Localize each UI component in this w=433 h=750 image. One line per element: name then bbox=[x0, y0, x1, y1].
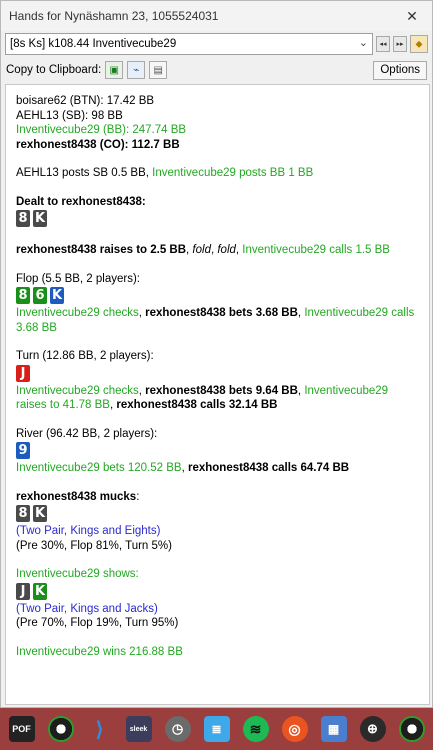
hand-select-value: [8s Ks] k108.44 Inventivecube29 bbox=[10, 38, 177, 50]
blind-sb: AEHL13 posts SB 0.5 BB, bbox=[16, 167, 153, 179]
river-actions: Inventivecube29 bets 120.52 BB, rexhones… bbox=[16, 461, 419, 476]
poker-chip-icon[interactable] bbox=[398, 716, 425, 742]
river-call: rexhonest8438 calls 64.74 BB bbox=[187, 462, 350, 474]
card: 8 bbox=[16, 287, 30, 304]
next-hand-icon[interactable]: ▸▸ bbox=[393, 36, 407, 52]
card: 6 bbox=[33, 287, 47, 304]
preflop-actions: rexhonest8438 raises to 2.5 BB, fold, fo… bbox=[16, 243, 419, 258]
river-bet: Inventivecube29 bets 120.52 BB bbox=[16, 462, 182, 474]
showdown-hero-action: mucks bbox=[96, 490, 137, 503]
hero-showdown-cards: 8 K bbox=[16, 505, 419, 523]
pokertracker-icon[interactable]: POF bbox=[8, 716, 35, 742]
seat-sb: AEHL13 (SB): 98 BB bbox=[16, 109, 123, 122]
clock-icon[interactable]: ◷ bbox=[164, 716, 191, 742]
turn-check: Inventivecube29 checks bbox=[16, 384, 139, 397]
hero-hand-description: (Two Pair, Kings and Eights) bbox=[16, 525, 161, 537]
seat-co: rexhonest8438 (CO): 112.7 BB bbox=[16, 138, 180, 151]
notepad-icon[interactable]: ≣ bbox=[203, 716, 230, 742]
flop-header: Flop (5.5 BB, 2 players): bbox=[16, 272, 140, 285]
ubuntu-icon[interactable]: ◎ bbox=[281, 716, 308, 742]
turn-actions: Inventivecube29 checks, rexhonest8438 be… bbox=[16, 384, 419, 413]
river-header: River (96.42 BB, 2 players): bbox=[16, 427, 158, 440]
title-bar: Hands for Nynäshamn 23, 1055524031 ✕ bbox=[1, 1, 432, 31]
turn-call: rexhonest8438 calls 32.14 BB bbox=[116, 399, 278, 411]
dealt-label: Dealt to rexhonest8438: bbox=[16, 195, 146, 208]
villain-equity: (Pre 70%, Flop 19%, Turn 95%) bbox=[16, 617, 179, 629]
taskbar: POF ⟩ sleek ◷ ≣ ≋ ◎ ▦ ⊕ bbox=[0, 708, 433, 750]
seat-bb: Inventivecube29 (BB): 247.74 BB bbox=[16, 124, 187, 136]
villain-hand-description: (Two Pair, Kings and Jacks) bbox=[16, 602, 158, 615]
card: J bbox=[16, 582, 30, 600]
showdown-hero-line: rexhonest8438 mucks: bbox=[16, 490, 419, 505]
flop-check: Inventivecube29 checks bbox=[16, 307, 139, 319]
copy-text-icon[interactable]: ▤ bbox=[149, 61, 168, 79]
blinds-line: AEHL13 posts SB 0.5 BB, Inventivecube29 … bbox=[16, 166, 419, 181]
sleek-icon[interactable]: sleek bbox=[125, 716, 152, 742]
copy-to-clipboard-label: Copy to Clipboard: bbox=[6, 64, 102, 76]
clipboard-toolbar: Copy to Clipboard: ▣ ⌁ ▤ Options bbox=[1, 57, 432, 83]
turn-cards: J bbox=[16, 364, 419, 383]
blind-bb: Inventivecube29 posts BB 1 BB bbox=[152, 167, 314, 179]
options-button[interactable]: Options bbox=[373, 60, 427, 80]
showdown-hero-name: rexhonest8438 bbox=[16, 490, 97, 503]
turn-header: Turn (12.86 BB, 2 players): bbox=[16, 350, 154, 362]
card: 9 bbox=[16, 442, 30, 459]
tag-icon[interactable]: ⬥ bbox=[410, 35, 428, 53]
pt-icon[interactable]: ⊕ bbox=[359, 716, 386, 742]
poker-chip-icon[interactable] bbox=[47, 716, 74, 742]
flop-cards: 8 6 K bbox=[16, 287, 419, 305]
villain-showdown-cards: J K bbox=[16, 582, 419, 601]
preflop-call: Inventivecube29 calls 1.5 BB bbox=[242, 244, 390, 256]
separator: : bbox=[136, 490, 140, 503]
copy-forum-icon[interactable]: ⌁ bbox=[127, 61, 146, 79]
spotify-icon[interactable]: ≋ bbox=[242, 716, 269, 742]
card: 8 bbox=[16, 505, 30, 522]
chevron-down-icon[interactable]: ⌄ bbox=[359, 36, 368, 49]
card: 8 bbox=[16, 210, 30, 227]
hand-history-text: boisare62 (BTN): 17.42 BB AEHL13 (SB): 9… bbox=[5, 84, 430, 705]
turn-bet: rexhonest8438 bets 9.64 BB bbox=[145, 384, 298, 397]
vscode-icon[interactable]: ⟩ bbox=[87, 716, 113, 742]
hand-select-dropdown[interactable]: [8s Ks] k108.44 Inventivecube29 ⌄ bbox=[5, 33, 373, 55]
card: J bbox=[16, 364, 30, 382]
hand-selector-bar: [8s Ks] k108.44 Inventivecube29 ⌄ ◂◂ ▸▸ … bbox=[1, 31, 432, 57]
close-icon[interactable]: ✕ bbox=[392, 1, 432, 31]
preflop-raise: rexhonest8438 raises to 2.5 BB bbox=[16, 244, 187, 256]
flop-actions: Inventivecube29 checks, rexhonest8438 be… bbox=[16, 306, 419, 335]
seat-btn: boisare62 (BTN): 17.42 BB bbox=[16, 95, 155, 107]
preflop-fold: fold bbox=[192, 244, 211, 256]
hand-history-window: Hands for Nynäshamn 23, 1055524031 ✕ [8s… bbox=[0, 0, 433, 708]
hole-cards: 8 K bbox=[16, 210, 419, 228]
card: K bbox=[33, 210, 47, 227]
result-line: Inventivecube29 wins 216.88 BB bbox=[16, 645, 183, 658]
hero-equity: (Pre 30%, Flop 81%, Turn 5%) bbox=[16, 539, 172, 552]
river-cards: 9 bbox=[16, 442, 419, 460]
card: K bbox=[33, 505, 47, 522]
preflop-fold: fold bbox=[217, 244, 236, 256]
flop-bet: rexhonest8438 bets 3.68 BB bbox=[145, 307, 298, 319]
card: K bbox=[33, 582, 47, 600]
calculator-icon[interactable]: ▦ bbox=[320, 716, 347, 742]
window-title: Hands for Nynäshamn 23, 1055524031 bbox=[9, 9, 219, 23]
showdown-villain-line: Inventivecube29 shows: bbox=[16, 568, 139, 580]
card: K bbox=[50, 287, 64, 304]
copy-image-icon[interactable]: ▣ bbox=[105, 61, 124, 79]
previous-hand-icon[interactable]: ◂◂ bbox=[376, 36, 390, 52]
